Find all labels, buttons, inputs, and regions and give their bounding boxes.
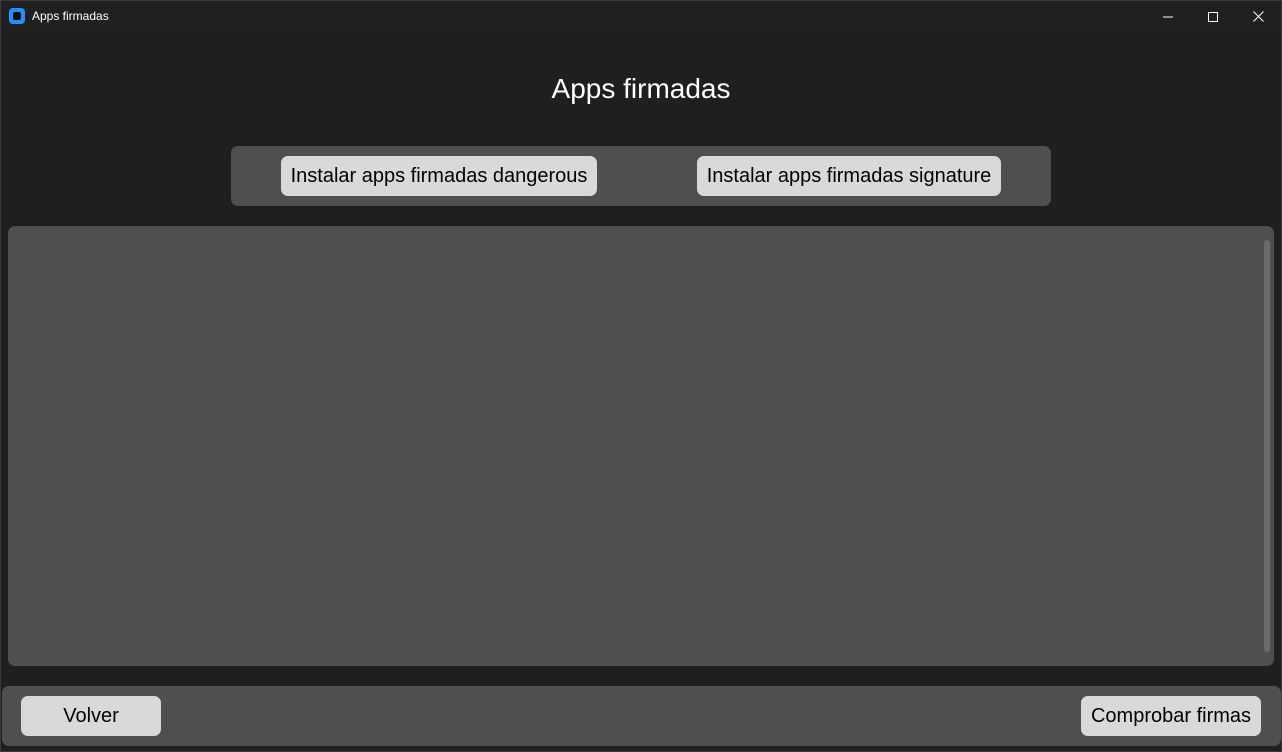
footer-frame: Volver Comprobar firmas (2, 686, 1281, 746)
scrollbar-thumb[interactable] (1264, 240, 1270, 652)
close-button[interactable] (1235, 1, 1281, 32)
page-title: Apps firmadas (551, 73, 731, 104)
maximize-icon (1208, 11, 1218, 22)
check-signatures-button[interactable]: Comprobar firmas (1081, 696, 1261, 736)
install-dangerous-button[interactable]: Instalar apps firmadas dangerous (281, 156, 597, 196)
maximize-button[interactable] (1190, 1, 1236, 32)
back-button[interactable]: Volver (21, 696, 161, 736)
close-icon (1252, 11, 1264, 22)
output-textbox[interactable] (8, 226, 1274, 666)
app-window: Apps firmadas Apps firmadas Instalar app… (0, 0, 1282, 752)
minimize-button[interactable] (1145, 1, 1191, 32)
title-bar[interactable]: Apps firmadas (1, 1, 1281, 32)
install-actions-frame: Instalar apps firmadas dangerous Instala… (231, 146, 1051, 206)
vertical-scrollbar[interactable] (1264, 240, 1270, 652)
app-icon (9, 8, 25, 24)
minimize-icon (1163, 16, 1173, 17)
install-signature-button[interactable]: Instalar apps firmadas signature (697, 156, 1001, 196)
window-title: Apps firmadas (32, 9, 109, 23)
